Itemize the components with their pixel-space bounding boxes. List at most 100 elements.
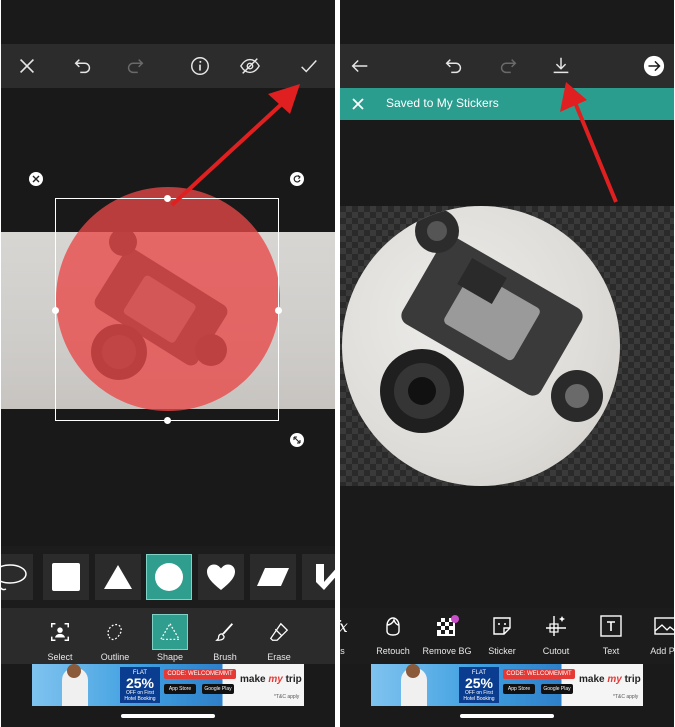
ad-banner[interactable]: FLAT 25% OFF on First Hotel Booking CODE… — [32, 664, 304, 706]
google-play-badge: Google Play — [541, 684, 573, 694]
shape-picker — [1, 546, 335, 608]
tool-label: Shape — [156, 652, 184, 662]
cutout-icon — [542, 612, 570, 640]
square-icon — [52, 563, 80, 591]
home-indicator — [460, 714, 554, 718]
sticker-icon — [488, 612, 516, 640]
lasso-icon — [1, 564, 27, 591]
download-icon[interactable] — [545, 50, 577, 82]
chevron-icon — [316, 564, 335, 590]
toast-text: Saved to My Stickers — [386, 96, 499, 110]
tool-label: Outline — [100, 652, 130, 662]
check-icon[interactable] — [293, 50, 325, 82]
saved-toast: Saved to My Stickers — [340, 88, 674, 120]
ad-code: CODE: WELCOMEMMT — [503, 669, 575, 679]
eraser-icon — [261, 614, 297, 650]
redo-icon[interactable] — [119, 50, 151, 82]
tool-outline[interactable]: Outline — [87, 614, 143, 664]
main-tools: fx cts Retouch Remove BG Sticker — [340, 608, 674, 664]
tool-label: cts — [340, 646, 345, 656]
arrow-right-circle-icon[interactable] — [638, 50, 670, 82]
remove-bg-icon — [433, 612, 461, 640]
triangle-icon — [104, 565, 132, 589]
shape-chevron-button[interactable] — [302, 554, 335, 600]
close-icon[interactable] — [350, 96, 366, 112]
effects-icon: fx — [340, 612, 353, 640]
tool-retouch[interactable]: Retouch — [364, 612, 422, 656]
tool-label: Brush — [213, 652, 237, 662]
tool-label: Add Ph — [650, 646, 674, 656]
tool-select[interactable]: Select — [32, 614, 88, 664]
text-icon — [597, 612, 625, 640]
resize-handle-top[interactable] — [164, 195, 171, 202]
arrow-left-icon[interactable] — [344, 50, 376, 82]
tool-sticker[interactable]: Sticker — [473, 612, 531, 656]
shape-square-button[interactable] — [43, 554, 89, 600]
tool-label: Retouch — [376, 646, 410, 656]
ad-offer-badge: FLAT 25% OFF on First Hotel Booking — [459, 667, 499, 703]
info-icon[interactable] — [184, 50, 216, 82]
tool-label: Text — [602, 646, 620, 656]
tool-cutout[interactable]: Cutout — [527, 612, 585, 656]
shape-parallelogram-button[interactable] — [250, 554, 296, 600]
select-person-icon — [42, 614, 78, 650]
status-bar — [340, 0, 674, 44]
shape-triangle-icon — [152, 614, 188, 650]
tool-remove-bg[interactable]: Remove BG — [418, 612, 476, 656]
mode-tools: Select Outline Shape Brush Erase — [1, 608, 335, 664]
heart-icon — [207, 564, 235, 590]
svg-text:fx: fx — [340, 617, 348, 636]
ad-code: CODE: WELCOMEMMT — [164, 669, 236, 679]
add-photo-icon — [651, 612, 674, 640]
tool-add-photo[interactable]: Add Ph — [636, 612, 674, 656]
rotate-icon[interactable] — [290, 172, 304, 186]
sticker-result[interactable] — [342, 206, 620, 486]
ad-brand-logo: make my trip — [240, 674, 302, 685]
tool-label: Erase — [267, 652, 291, 662]
tool-label: Select — [47, 652, 73, 662]
ad-banner[interactable]: FLAT 25% OFF on First Hotel Booking CODE… — [371, 664, 643, 706]
tool-shape[interactable]: Shape — [142, 614, 198, 664]
outline-icon — [97, 614, 133, 650]
shape-heart-button[interactable] — [198, 554, 244, 600]
editor-canvas[interactable] — [1, 88, 335, 546]
brush-icon — [207, 614, 243, 650]
delete-shape-icon[interactable] — [29, 172, 43, 186]
undo-icon[interactable] — [438, 50, 470, 82]
close-icon[interactable] — [11, 50, 43, 82]
ad-brand-logo: make my trip — [579, 674, 641, 685]
retouch-icon — [379, 612, 407, 640]
resize-handle-left[interactable] — [52, 307, 59, 314]
tool-label: Cutout — [542, 646, 570, 656]
resize-handle-bottom[interactable] — [164, 417, 171, 424]
selection-box[interactable] — [52, 195, 282, 424]
undo-icon[interactable] — [67, 50, 99, 82]
left-screenshot: Select Outline Shape Brush Erase FLAT 25… — [1, 0, 335, 727]
tool-brush[interactable]: Brush — [197, 614, 253, 664]
tool-erase[interactable]: Erase — [251, 614, 307, 664]
top-toolbar — [340, 44, 674, 88]
resize-handle-right[interactable] — [275, 307, 282, 314]
ad-terms: *T&C apply — [613, 694, 639, 700]
camera-image — [380, 209, 603, 433]
parallelogram-icon — [257, 568, 289, 586]
shape-circle-button[interactable] — [146, 554, 192, 600]
tool-label: Remove BG — [422, 646, 472, 656]
shape-triangle-button[interactable] — [95, 554, 141, 600]
tool-label: Sticker — [488, 646, 516, 656]
shape-lasso-button[interactable] — [1, 554, 33, 600]
tool-text[interactable]: Text — [582, 612, 640, 656]
right-screenshot: Saved to My Stickers fx cts Ret — [340, 0, 674, 727]
circle-icon — [155, 563, 183, 591]
app-store-badge: App Store — [503, 684, 535, 694]
status-bar — [1, 0, 335, 44]
ad-terms: *T&C apply — [274, 694, 300, 700]
redo-icon[interactable] — [492, 50, 524, 82]
app-store-badge: App Store — [164, 684, 196, 694]
home-indicator — [121, 714, 215, 718]
google-play-badge: Google Play — [202, 684, 234, 694]
eye-off-icon[interactable] — [234, 50, 266, 82]
scale-icon[interactable] — [290, 433, 304, 447]
ad-offer-badge: FLAT 25% OFF on First Hotel Booking — [120, 667, 160, 703]
top-toolbar — [1, 44, 335, 88]
